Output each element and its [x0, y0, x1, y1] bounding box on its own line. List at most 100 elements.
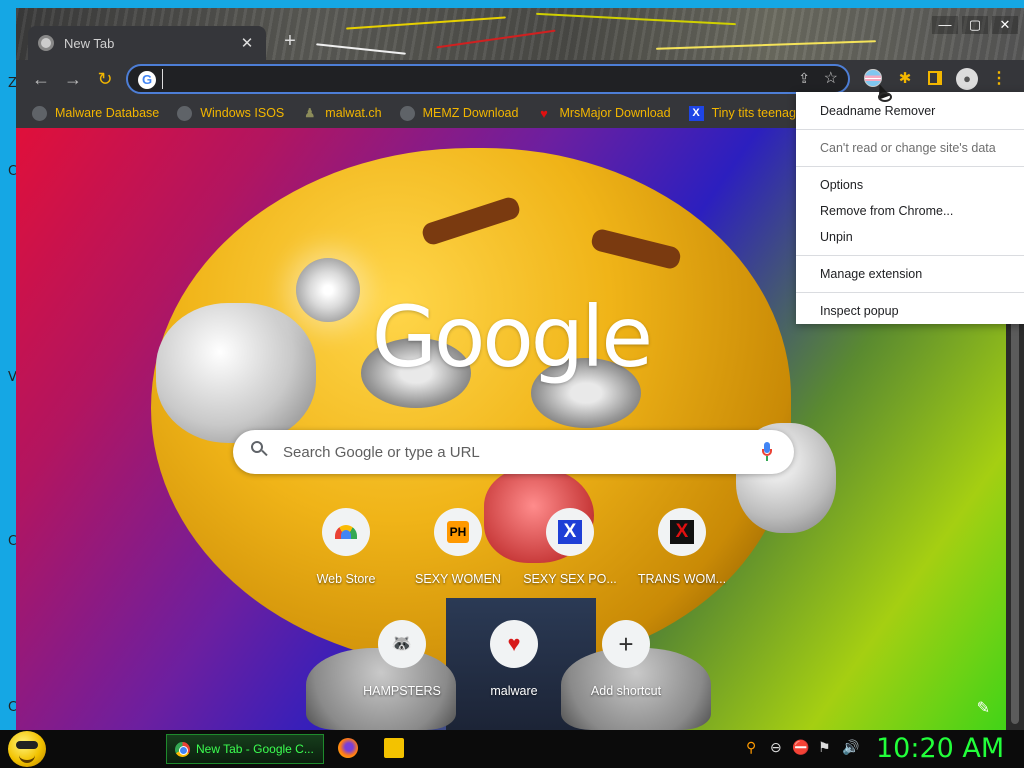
shortcut-web-store[interactable]: Web Store	[290, 508, 402, 586]
bookmark-item[interactable]: Windows ISOS	[177, 105, 285, 121]
shortcut-tile[interactable]: +	[602, 620, 650, 668]
artwork-brow	[589, 227, 683, 271]
theme-scribble	[346, 16, 506, 30]
forward-button[interactable]: →	[60, 66, 86, 92]
minimize-button[interactable]: —	[932, 16, 958, 34]
shortcut-label: TRANS WOM...	[637, 572, 727, 586]
ph-icon: PH	[447, 521, 469, 543]
remove-icon[interactable]: ⊖	[770, 739, 782, 756]
add-shortcut-button[interactable]: + Add shortcut	[570, 620, 682, 698]
firefox-icon[interactable]	[338, 738, 358, 758]
customize-pencil-icon[interactable]: ✎	[977, 698, 990, 718]
address-bar[interactable]: G ⇪ ☆	[126, 64, 850, 94]
x-red-icon: X	[670, 520, 694, 544]
search-icon[interactable]: ⚲	[746, 739, 756, 756]
heart-icon: ♥	[507, 631, 521, 656]
side-panel-icon[interactable]	[924, 68, 946, 90]
folder-icon[interactable]	[384, 738, 404, 758]
theme-scribble	[436, 29, 556, 49]
bookmark-item[interactable]: MEMZ Download	[399, 105, 519, 121]
menu-item-inspect-popup[interactable]: Inspect popup	[796, 298, 1024, 324]
globe-icon	[399, 105, 415, 121]
new-tab-button[interactable]: +	[278, 30, 302, 54]
shortcut-tile[interactable]: PH	[434, 508, 482, 556]
tab-new-tab[interactable]: New Tab ✕	[28, 26, 266, 60]
close-window-button[interactable]: ✕	[992, 16, 1018, 34]
chrome-icon	[175, 741, 190, 757]
extension-context-menu: Deadname Remover Can't read or change si…	[796, 92, 1024, 324]
shortcut-tile[interactable]: X	[546, 508, 594, 556]
extensions-puzzle-icon[interactable]: ✱	[894, 68, 916, 90]
google-icon: G	[138, 71, 156, 89]
shortcut-label: Add shortcut	[590, 684, 662, 698]
menu-item-options[interactable]: Options	[796, 172, 1024, 198]
menu-item-extension-name[interactable]: Deadname Remover	[796, 98, 1024, 124]
address-input[interactable]	[162, 69, 762, 89]
artwork-brow	[420, 195, 522, 247]
search-icon	[251, 441, 268, 457]
theme-scribble	[656, 40, 876, 50]
bookmark-label: Windows ISOS	[200, 106, 285, 120]
reload-button[interactable]: ↻	[92, 66, 118, 92]
shortcut-sexy-sex-po[interactable]: X SEXY SEX PO...	[514, 508, 626, 586]
bookmark-label: MEMZ Download	[422, 106, 519, 120]
webstore-icon	[335, 525, 357, 539]
menu-separator	[796, 255, 1024, 256]
ntp-search-box[interactable]	[233, 430, 794, 474]
profile-avatar-icon[interactable]: ●	[956, 68, 978, 90]
chrome-favicon-icon	[38, 35, 54, 51]
shortcut-tile[interactable]	[322, 508, 370, 556]
shortcut-hampsters[interactable]: 🦝 HAMPSTERS	[346, 620, 458, 698]
menu-item-manage-extension[interactable]: Manage extension	[796, 261, 1024, 287]
shortcut-sexy-women[interactable]: PH SEXY WOMEN	[402, 508, 514, 586]
bookmark-item[interactable]: ♟ malwat.ch	[302, 106, 381, 121]
shortcut-trans-wom[interactable]: X TRANS WOM...	[626, 508, 738, 586]
menu-separator	[796, 292, 1024, 293]
chrome-menu-icon[interactable]: ⋮	[988, 68, 1010, 90]
taskbar: New Tab - Google C... ⚲ ⊖ ⛔ ⚑ ⊞ 🔊 10:20 …	[0, 730, 1024, 768]
bookmark-item[interactable]: ♥ MrsMajor Download	[536, 105, 671, 121]
voice-search-icon[interactable]	[762, 442, 772, 462]
volume-icon[interactable]: 🔊	[842, 739, 859, 756]
bookmark-item[interactable]: Malware Database	[32, 105, 160, 121]
bookmark-star-icon[interactable]: ☆	[824, 68, 838, 88]
menu-item-remove[interactable]: Remove from Chrome...	[796, 198, 1024, 224]
shortcut-malware[interactable]: ♥ malware	[458, 620, 570, 698]
shortcut-tile[interactable]: ♥	[490, 620, 538, 668]
bookmark-label: MrsMajor Download	[559, 106, 671, 120]
theme-scribble	[316, 43, 406, 55]
theme-scribble	[536, 12, 736, 26]
busy-cursor-ring-icon	[878, 92, 892, 102]
security-flag-icon[interactable]: ⚑	[818, 739, 831, 756]
menu-item-site-access: Can't read or change site's data	[820, 141, 996, 155]
tab-close-icon[interactable]: ✕	[238, 34, 256, 52]
menu-separator	[796, 129, 1024, 130]
shortcut-label: SEXY SEX PO...	[523, 572, 617, 586]
raccoon-icon: 🦝	[391, 634, 413, 653]
start-button-smiley-icon[interactable]	[8, 731, 46, 767]
taskbar-clock[interactable]: 10:20 AM	[876, 730, 1004, 768]
network-blocked-icon[interactable]: ⛔	[792, 739, 809, 756]
taskbar-window-label: New Tab - Google C...	[196, 742, 314, 756]
shortcut-tile[interactable]: X	[658, 508, 706, 556]
taskbar-window-button[interactable]: New Tab - Google C...	[166, 734, 324, 764]
globe-icon	[177, 105, 193, 121]
bookmark-label: Malware Database	[55, 106, 160, 120]
globe-icon	[32, 105, 47, 121]
tab-title: New Tab	[64, 35, 115, 51]
back-button[interactable]: ←	[28, 66, 54, 92]
heart-icon: ♥	[540, 105, 548, 121]
side-panel-glyph	[928, 71, 942, 85]
shortcut-label: HAMPSTERS	[363, 684, 441, 698]
shortcut-tile[interactable]: 🦝	[378, 620, 426, 668]
x-icon: X	[688, 105, 704, 121]
ntp-search-input[interactable]	[283, 441, 743, 463]
shortcut-label: malware	[490, 684, 538, 698]
maximize-button[interactable]: ▢	[962, 16, 988, 34]
share-icon[interactable]: ⇪	[798, 70, 810, 87]
menu-separator	[796, 166, 1024, 167]
menu-item-unpin[interactable]: Unpin	[796, 224, 1024, 250]
title-bar[interactable]: New Tab ✕ + — ▢ ✕	[16, 8, 1024, 60]
plus-icon: +	[618, 629, 634, 659]
x-blue-icon: X	[558, 520, 582, 544]
